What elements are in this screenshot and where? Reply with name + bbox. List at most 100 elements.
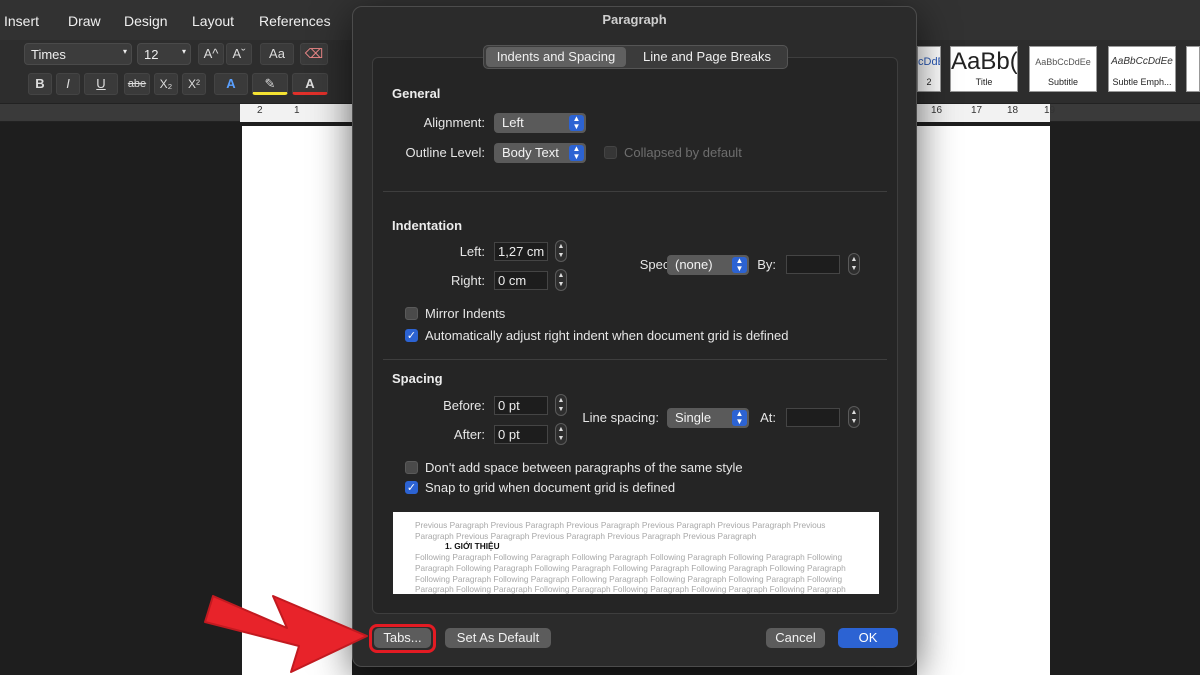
indent-right-stepper[interactable]: ▲ ▼ [555,269,567,291]
style-card-heading2[interactable]: cDdEe 2 [917,46,941,92]
ruler-mark: 19 [1044,105,1056,116]
section-indentation-title: Indentation [392,218,463,233]
indent-right-input[interactable]: 0 cm [494,271,548,290]
preview-following-paragraph: Following Paragraph Following Paragraph … [415,552,846,594]
by-label: By: [757,257,776,272]
font-size-select[interactable]: 12 ▾ [137,43,191,65]
dont-add-space-checkbox[interactable] [405,461,418,474]
cancel-button[interactable]: Cancel [766,628,825,648]
ruler-mark: 18 [1007,105,1019,116]
style-preview: cDdEe [918,56,940,68]
outline-level-value: Body Text [502,145,559,160]
indent-left-stepper[interactable]: ▲ ▼ [555,240,567,262]
after-label: After: [453,427,485,442]
style-label: Title [975,77,993,87]
indent-left-input[interactable]: 1,27 cm [494,242,548,261]
menu-draw[interactable]: Draw [68,13,101,29]
document-page-right [917,126,1050,675]
grow-font-button[interactable]: A^ [198,43,224,65]
line-spacing-label: Line spacing: [582,410,659,425]
font-color-button[interactable]: A [292,73,328,95]
snap-to-grid-checkbox[interactable]: ✓ [405,481,418,494]
menu-layout[interactable]: Layout [192,13,234,29]
section-spacing-title: Spacing [392,371,443,386]
dont-add-space-label: Don't add space between paragraphs of th… [425,460,743,475]
outline-level-label: Outline Level: [405,145,486,160]
ruler-page-right: 16 17 18 19 [917,104,1055,122]
mirror-indents-label: Mirror Indents [425,306,506,321]
menu-references[interactable]: References [259,13,331,29]
outline-level-select[interactable]: Body Text ▲ ▼ [494,143,586,163]
at-input[interactable] [786,408,840,427]
mirror-indents-checkbox[interactable] [405,307,418,320]
menu-design[interactable]: Design [124,13,168,29]
by-stepper[interactable]: ▲ ▼ [848,253,860,275]
highlight-icon[interactable]: ✎ [252,73,288,95]
paragraph-preview: Previous Paragraph Previous Paragraph Pr… [393,512,879,594]
paragraph-dialog: Paragraph General Alignment: Left ▲ ▼ Out… [352,6,917,667]
divider [383,191,887,192]
chevron-down-icon: ▾ [181,47,186,56]
ruler-mark: 2 [257,105,263,116]
style-card-subtitle[interactable]: AaBbCcDdEe Subtitle [1029,46,1097,92]
font-name-value: Times [31,47,66,62]
italic-button[interactable]: I [56,73,80,95]
snap-to-grid-label: Snap to grid when document grid is defin… [425,480,676,495]
menu-insert[interactable]: Insert [4,13,39,29]
at-label: At: [760,410,776,425]
after-input[interactable]: 0 pt [494,425,548,444]
indent-left-label: Left: [459,244,485,259]
dialog-title: Paragraph [602,12,667,27]
indent-right-label: Right: [451,273,485,288]
after-stepper[interactable]: ▲ ▼ [555,423,567,445]
line-spacing-value: Single [675,410,712,425]
bold-button[interactable]: B [28,73,52,95]
style-preview [1187,47,1199,77]
style-card-more[interactable] [1186,46,1200,92]
section-general-title: General [392,86,441,101]
before-stepper[interactable]: ▲ ▼ [555,394,567,416]
style-card-subtle-emphasis[interactable]: AaBbCcDdEe Subtle Emph... [1108,46,1176,92]
subscript-button[interactable]: X₂ [154,73,178,95]
shrink-font-button[interactable]: Aˇ [226,43,252,65]
alignment-value: Left [502,115,524,130]
text-effects-button[interactable]: A [214,73,248,95]
style-preview: AaBb( [951,48,1017,75]
collapsed-checkbox[interactable] [604,146,617,159]
superscript-button[interactable]: X² [182,73,206,95]
by-input[interactable] [786,255,840,274]
at-stepper[interactable]: ▲ ▼ [848,406,860,428]
auto-adjust-checkbox[interactable]: ✓ [405,329,418,342]
collapsed-label: Collapsed by default [624,145,742,160]
change-case-button[interactable]: Aa [260,43,294,65]
ruler-mark: 1 [294,105,300,116]
line-spacing-select[interactable]: Single ▲ ▼ [667,408,749,428]
underline-button[interactable]: U [84,73,118,95]
ruler-mark: 17 [971,105,983,116]
alignment-select[interactable]: Left ▲ ▼ [494,113,586,133]
style-label: Subtle Emph... [1112,77,1172,87]
eraser-icon[interactable]: ⌫ [300,43,328,65]
red-arrow-icon [204,595,368,673]
dialog-tabs: Indents and Spacing Line and Page Breaks [483,45,788,69]
style-card-title[interactable]: AaBb( Title [950,46,1018,92]
strikethrough-button[interactable]: abe [124,73,150,95]
ruler-page-left: 2 1 [240,104,352,122]
before-label: Before: [443,398,485,413]
updown-arrows-icon: ▲ ▼ [732,257,747,273]
updown-arrows-icon: ▲ ▼ [569,115,584,131]
font-size-value: 12 [144,47,159,62]
special-select[interactable]: (none) ▲ ▼ [667,255,749,275]
auto-adjust-label: Automatically adjust right indent when d… [425,328,789,343]
tab-line-and-page-breaks[interactable]: Line and Page Breaks [630,47,784,67]
special-value: (none) [675,257,713,272]
before-input[interactable]: 0 pt [494,396,548,415]
updown-arrows-icon: ▲ ▼ [569,145,584,161]
font-name-select[interactable]: Times ▾ [24,43,132,65]
tab-indents-and-spacing[interactable]: Indents and Spacing [486,47,626,67]
set-as-default-button[interactable]: Set As Default [445,628,551,648]
chevron-down-icon: ▾ [122,47,127,56]
style-preview: AaBbCcDdEe [1111,56,1173,67]
preview-current-paragraph: 1. GIỚI THIỆU [445,541,500,552]
ok-button[interactable]: OK [838,628,898,648]
